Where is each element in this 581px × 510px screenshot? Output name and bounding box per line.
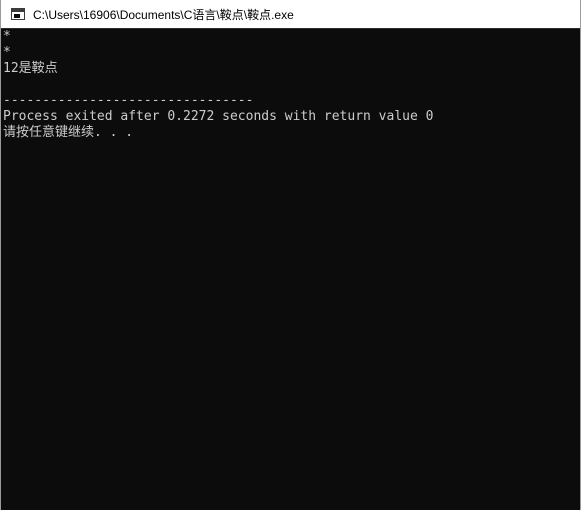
console-window-icon <box>11 8 25 20</box>
console-line-star-1: * <box>3 29 11 44</box>
title-bar[interactable]: C:\Users\16906\Documents\C语言\鞍点\鞍点.exe <box>1 0 580 28</box>
console-line-result: 12是鞍点 <box>3 61 58 76</box>
console-line-press-any-key: 请按任意键继续. . . <box>3 125 134 140</box>
window-title: C:\Users\16906\Documents\C语言\鞍点\鞍点.exe <box>33 7 294 22</box>
console-text: * * 12是鞍点 ------------------------------… <box>1 29 580 141</box>
console-line-star-2: * <box>3 45 11 60</box>
console-line-separator: -------------------------------- <box>3 93 254 108</box>
console-window: C:\Users\16906\Documents\C语言\鞍点\鞍点.exe *… <box>0 0 581 510</box>
console-output-area[interactable]: * * 12是鞍点 ------------------------------… <box>1 29 580 510</box>
console-line-process-exit: Process exited after 0.2272 seconds with… <box>3 109 434 124</box>
